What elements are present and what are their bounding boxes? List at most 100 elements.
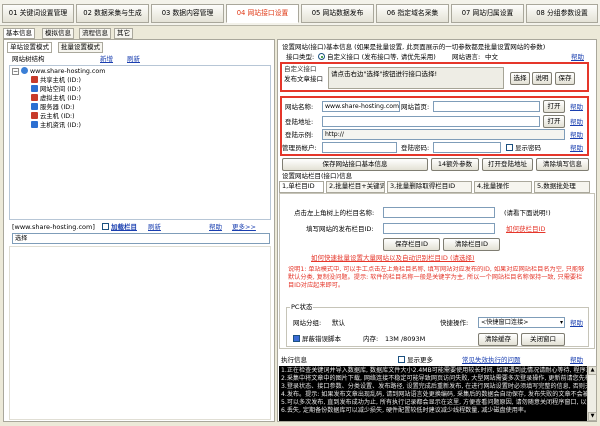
top-tab-bar: 01 关键词设置管理 02 数据采集与生成 03 数据内容管理 04 网站接口设…: [0, 0, 600, 26]
tree-collapse-icon[interactable]: −: [12, 68, 19, 75]
site-home-label: 网站首页:: [401, 103, 430, 111]
get-column-id-link[interactable]: 如何获栏目ID: [506, 225, 545, 234]
block-error-script-checkbox[interactable]: 屏蔽错误脚本: [293, 335, 341, 344]
folder-icon: [31, 85, 38, 92]
site-tree-label: 网站树结构: [12, 55, 45, 63]
instruction-text: 说明1: 单站模式中, 可以手工点击左上角栏目名称, 填写网站对应发布的ID, …: [288, 266, 585, 289]
show-password-checkbox[interactable]: 显示密码: [506, 144, 541, 153]
interface-type-radio[interactable]: 自定义接口 (发布接口等, 请优先采用): [318, 53, 436, 62]
tab-data-collection[interactable]: 02 数据采集与生成: [76, 4, 149, 23]
load-columns-checkbox[interactable]: 加载栏目: [102, 223, 137, 232]
folder-icon: [31, 76, 38, 83]
tab-simulation-info[interactable]: 模拟信息: [42, 28, 74, 39]
password-label: 登陆密码:: [401, 144, 430, 152]
close-window-button[interactable]: 关闭窗口: [521, 333, 565, 346]
quick-action-select[interactable]: <快捷窗口连接> ▾: [478, 317, 565, 328]
tab-batch-column-keyword[interactable]: 2,批量栏目+关键词: [326, 181, 385, 193]
publish-column-field[interactable]: [383, 223, 495, 234]
log-scrollbar[interactable]: ▲ ▼: [587, 366, 597, 421]
admin-account-field[interactable]: [322, 142, 397, 153]
password-field[interactable]: [433, 142, 501, 153]
site-name-field[interactable]: www.share-hosting.com: [322, 101, 400, 112]
interface-help-link[interactable]: 帮助: [571, 53, 584, 62]
save-interface-button[interactable]: 保存: [555, 72, 575, 85]
login-example-help-link[interactable]: 帮助: [570, 131, 583, 140]
tab-content-management[interactable]: 03 数据内容管理: [151, 4, 224, 23]
tree-refresh-link[interactable]: 刷新: [127, 55, 140, 64]
tree-item[interactable]: 云主机 (ID:): [31, 112, 75, 121]
tab-basic-info[interactable]: 基本信息: [3, 28, 35, 39]
admin-account-label: 管理员帐户:: [282, 144, 317, 152]
save-site-info-button[interactable]: 保存网站接口基本信息: [282, 158, 428, 171]
open-home-button[interactable]: 打开: [543, 100, 565, 113]
interface-type-label: 接口类型:: [286, 53, 315, 61]
log-line: 4.发布。提示: 如果发布文章出现乱码, 请到网站语言处更换编码, 采集后的数据…: [281, 391, 587, 398]
tab-keyword-settings[interactable]: 01 关键词设置管理: [2, 4, 74, 23]
password-help-link[interactable]: 帮助: [570, 144, 583, 153]
site-home-help-link[interactable]: 帮助: [570, 103, 583, 112]
left-refresh-link[interactable]: 刷新: [148, 223, 161, 232]
tab-batch-operation[interactable]: 4,批量操作: [474, 181, 532, 193]
scroll-down-icon[interactable]: ▼: [588, 412, 597, 421]
tab-data-batch[interactable]: 5,数据批处理: [534, 181, 590, 193]
publish-interface-field[interactable]: 请点击右边"选择"按钮进行接口选择!: [328, 67, 504, 89]
open-login-button[interactable]: 打开: [543, 115, 565, 128]
tree-item[interactable]: 网站空间 (ID:): [31, 85, 81, 94]
log-line: 6.丢失, 定期备份数据库可以减少损失, 硬件配置较低时建议减少线程数量, 减少…: [281, 407, 530, 414]
tree-item[interactable]: 共享主机 (ID:): [31, 76, 81, 85]
tab-other[interactable]: 其它: [114, 28, 133, 39]
tab-single-column-id[interactable]: 1,单栏目ID: [279, 181, 324, 193]
tree-column-name-field[interactable]: [383, 207, 495, 218]
interface-description-button[interactable]: 说明: [532, 72, 552, 85]
tree-item[interactable]: 服务器 (ID:): [31, 103, 75, 112]
select-interface-button[interactable]: 选择: [510, 72, 530, 85]
clear-cache-button[interactable]: 清除缓存: [478, 333, 518, 346]
login-help-link[interactable]: 帮助: [570, 118, 583, 127]
tab-group-params[interactable]: 08 分组参数设置: [526, 4, 598, 23]
login-example-label: 登陆示例:: [285, 131, 314, 139]
site-group-value[interactable]: 默认: [332, 319, 345, 328]
tree-root[interactable]: − www.share-hosting.com: [12, 67, 105, 76]
scroll-up-icon[interactable]: ▲: [588, 366, 597, 375]
common-failure-link[interactable]: 常见失效执行的问题: [462, 356, 521, 365]
left-more-link[interactable]: 更多>>: [232, 223, 256, 232]
log-line: 3.登录状态、接口参数、分类设置、发布路径, 设置完成后重新发布, 在进行网站设…: [281, 383, 587, 390]
custom-interface-label: 自定义接口: [284, 65, 317, 73]
login-example-field[interactable]: http://: [322, 129, 565, 140]
pc-status-help-link[interactable]: 帮助: [570, 319, 583, 328]
tree-item[interactable]: 主机资讯 (ID:): [31, 121, 81, 130]
tab-site-ownership[interactable]: 07 网站归属设置: [451, 4, 524, 23]
select-field[interactable]: 选择: [12, 233, 270, 244]
tab-domain-collection[interactable]: 06 指定域名采集: [376, 4, 449, 23]
tab-site-interface[interactable]: 04 网站接口设置: [226, 4, 299, 23]
log-line: 2.采集中将文章中的图片下载, 网络连接不稳定可能导致网页访问失败, 大型网站需…: [281, 375, 587, 382]
login-address-field[interactable]: [322, 116, 540, 127]
clear-info-button[interactable]: 清除填写信息: [536, 158, 589, 171]
tab-single-site-mode[interactable]: 单站设置模式: [7, 42, 52, 53]
tab-batch-mode[interactable]: 批量设置模式: [58, 42, 103, 53]
pc-status-title: PC状态: [290, 303, 314, 312]
clear-column-id-button[interactable]: 清除栏目ID: [443, 238, 500, 251]
column-section-title: 设置网站栏目(接口)信息: [282, 172, 353, 180]
tab-batch-delete-column[interactable]: 3,批量删除取得栏目ID: [387, 181, 472, 193]
tab-site-publish[interactable]: 05 网站数据发布: [301, 4, 374, 23]
site-language-value[interactable]: 中文: [485, 53, 498, 62]
folder-icon: [31, 103, 38, 110]
open-login-url-button[interactable]: 打开登陆地址: [482, 158, 533, 171]
left-blank-area: [9, 246, 271, 420]
tree-new-link[interactable]: 新增: [100, 55, 113, 64]
show-more-checkbox[interactable]: 显示更多: [398, 356, 433, 365]
selected-site-label: [www.share-hosting.com]: [12, 223, 95, 231]
batch-setup-guide-link[interactable]: 如何快速批量设置大量网站以及自动识别栏目ID (请选择): [311, 254, 571, 263]
extra-params-button[interactable]: 14额外参数: [431, 158, 479, 171]
site-home-field[interactable]: [433, 101, 540, 112]
execution-help-link[interactable]: 帮助: [570, 356, 583, 365]
log-line: 1.正在检查关键词并导入数据库, 数据库文件大小2.4MB可能需要使用较长时间,…: [281, 367, 587, 374]
tab-flow-info[interactable]: 流程信息: [79, 28, 111, 39]
save-column-id-button[interactable]: 保存栏目ID: [383, 238, 440, 251]
quick-action-label: 快捷操作:: [440, 319, 469, 327]
tree-item[interactable]: 虚拟主机 (ID:): [31, 94, 81, 103]
log-line: 5.可以多次发布, 直到发布成功为止, 所有执行记录都会显示在这里, 方便查看问…: [281, 399, 587, 406]
site-group-label: 网站分组:: [293, 319, 322, 327]
left-help-link[interactable]: 帮助: [209, 223, 222, 232]
